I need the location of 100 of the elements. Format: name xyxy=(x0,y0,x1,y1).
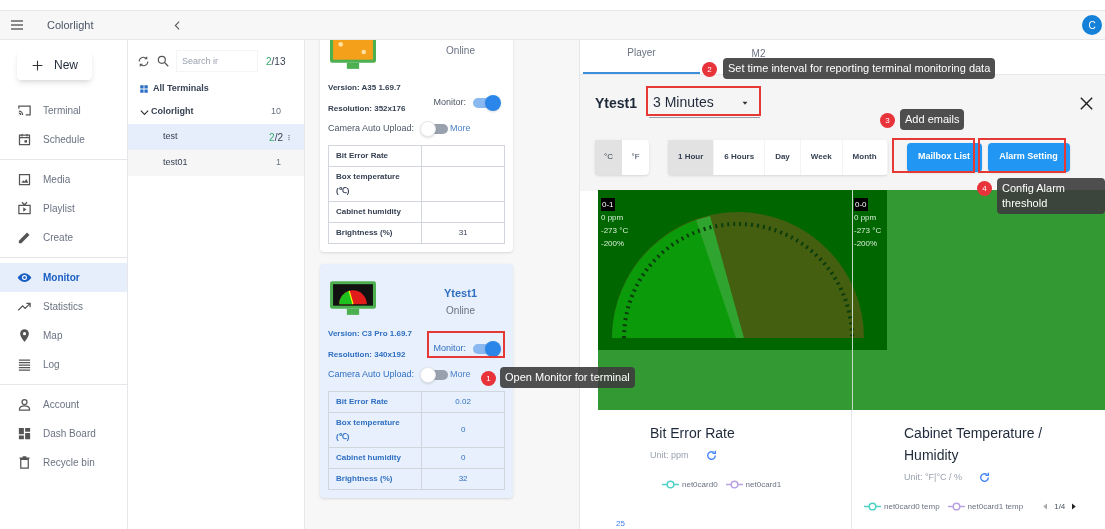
metric-value: 0.02 xyxy=(421,391,505,413)
app-title: Colorlight xyxy=(47,17,94,33)
channel-tag: 0-0 xyxy=(854,198,868,211)
pencil-icon xyxy=(17,230,32,245)
time-range-tab[interactable]: Day xyxy=(765,139,801,175)
terminal-status: Online xyxy=(446,304,475,318)
channel-reading: -200% xyxy=(601,238,626,250)
resolution-text: Resolution: 340x192 xyxy=(328,349,407,361)
channel-reading: -200% xyxy=(854,238,879,250)
terminal-name: Ytest1 xyxy=(444,286,477,301)
nav-item[interactable]: Playlist xyxy=(0,194,127,223)
nav-item[interactable]: Log xyxy=(0,350,127,379)
grid-icon xyxy=(139,84,149,94)
metric-label: Bit Error Rate xyxy=(328,145,422,167)
version-text: Version: C3 Pro 1.69.7 xyxy=(328,328,413,340)
list-icon xyxy=(17,357,32,372)
refresh-icon xyxy=(137,54,150,68)
online-count: 2/13 xyxy=(266,54,286,69)
nav-item[interactable]: Account xyxy=(0,390,127,419)
terminal-group-item[interactable]: test 2/2 xyxy=(128,124,304,150)
metric-label: Box temperature (℃) xyxy=(328,166,422,202)
monitor-label: Monitor: xyxy=(433,341,466,355)
nav-item[interactable]: Create xyxy=(0,223,127,252)
next-arrow-icon xyxy=(1069,502,1079,511)
legend-label[interactable]: net0card1 xyxy=(745,478,782,491)
unit-toggle[interactable]: °C xyxy=(595,139,622,175)
search-field[interactable]: Search ir xyxy=(176,50,258,72)
plus-icon xyxy=(31,58,44,72)
all-terminals-item[interactable]: All Terminals xyxy=(153,82,209,96)
legend-label[interactable]: net0card0 xyxy=(682,478,718,491)
metric-value: 0 xyxy=(421,447,505,469)
nav-item[interactable]: Dash Board xyxy=(0,419,127,448)
channel-reading: 0 ppm xyxy=(601,212,625,224)
eye-icon xyxy=(17,270,32,285)
nav-item[interactable]: Media xyxy=(0,165,127,194)
search-icon xyxy=(156,54,170,68)
hint-tooltip: Add emails xyxy=(900,109,965,130)
terminal-card[interactable]: Online Version: A35 1.69.7 Resolution: 352x176 Monitor: Camera Auto Upload: More Bit Error Rate Box temperature (℃) Cabinet humidity Brightness (%) 31 xyxy=(320,40,513,252)
time-range-tab[interactable]: 6 Hours xyxy=(714,139,766,175)
channel-reading: 0 ppm xyxy=(854,212,878,224)
more-link[interactable]: More xyxy=(450,122,471,136)
channel-tag: 0-1 xyxy=(601,198,615,211)
legend-label[interactable]: net0card1 temp xyxy=(967,500,1024,513)
resolution-text: Resolution: 352x176 xyxy=(328,103,406,115)
metric-label: Box temperature (℃) xyxy=(328,412,422,448)
close-icon xyxy=(1078,94,1095,112)
person-icon xyxy=(17,397,32,412)
nav-item[interactable]: Schedule xyxy=(0,125,127,154)
unit-text: Unit: °F|°C / % xyxy=(904,471,963,484)
toggle-switch[interactable] xyxy=(471,94,501,111)
unit-text: Unit: ppm xyxy=(650,449,689,462)
monitor-label: Monitor: xyxy=(433,95,466,109)
terminal-group-item[interactable]: test01 1 xyxy=(128,150,304,176)
trash-icon xyxy=(17,455,32,470)
refresh-icon xyxy=(704,449,718,463)
terminal-status: Online xyxy=(446,44,475,58)
camera-upload-label: Camera Auto Upload: xyxy=(328,122,415,136)
nav-item[interactable]: Statistics xyxy=(0,292,127,321)
metric-value: 0 xyxy=(421,412,505,448)
action-button[interactable]: Alarm Setting xyxy=(987,142,1070,172)
map-pin-icon xyxy=(17,328,32,343)
hint-tooltip: Config Alarm threshold xyxy=(997,178,1105,214)
image-icon xyxy=(17,172,32,187)
nav-item[interactable]: Recycle bin xyxy=(0,448,127,477)
metric-value: 32 xyxy=(421,468,505,490)
axis-tick: 25 xyxy=(616,518,625,529)
refresh-icon xyxy=(978,471,992,485)
toggle-switch[interactable] xyxy=(471,340,501,357)
more-link[interactable]: More xyxy=(450,368,471,382)
time-range-tab[interactable]: Month xyxy=(842,139,888,175)
metric-label: Cabinet humidity xyxy=(328,447,422,469)
chart-title: Bit Error Rate xyxy=(650,424,736,443)
nav-item[interactable]: Map xyxy=(0,321,127,350)
metric-label: Brightness (%) xyxy=(328,468,422,490)
legend-pager: 1/4 xyxy=(1054,500,1066,513)
interval-dropdown[interactable]: 3 Minutes xyxy=(649,88,761,118)
play-screen-icon xyxy=(17,201,32,216)
nav-item[interactable]: Monitor xyxy=(0,263,127,292)
cast-screen-icon xyxy=(17,103,32,118)
hint-tooltip: Set time interval for reporting terminal monitoring data xyxy=(723,58,996,79)
menu-icon xyxy=(9,17,25,33)
chart-title: Cabinet Temperature / Humidity xyxy=(904,424,1044,465)
time-range-tab[interactable]: Week xyxy=(800,139,843,175)
camera-upload-label: Camera Auto Upload: xyxy=(328,368,415,382)
unit-toggle[interactable]: °F xyxy=(622,139,649,175)
metric-value: 31 xyxy=(421,222,505,244)
time-range-tab[interactable]: 1 Hour xyxy=(668,139,715,175)
new-button[interactable]: New xyxy=(17,50,92,80)
version-text: Version: A35 1.69.7 xyxy=(328,82,402,94)
user-avatar[interactable]: C xyxy=(1082,15,1102,35)
channel-reading: -273 °C xyxy=(854,225,882,237)
action-button[interactable]: Mailbox List xyxy=(906,142,982,172)
terminal-title: Ytest1 xyxy=(595,93,638,113)
calendar-icon xyxy=(17,132,32,147)
dashboard-icon xyxy=(17,426,32,441)
nav-item[interactable]: Terminal xyxy=(0,96,127,125)
legend-label[interactable]: net0card0 temp xyxy=(884,500,940,513)
metric-label: Bit Error Rate xyxy=(328,391,422,413)
channel-reading: -273 °C xyxy=(601,225,629,237)
group-item[interactable]: Colorlight 10 xyxy=(128,100,304,124)
